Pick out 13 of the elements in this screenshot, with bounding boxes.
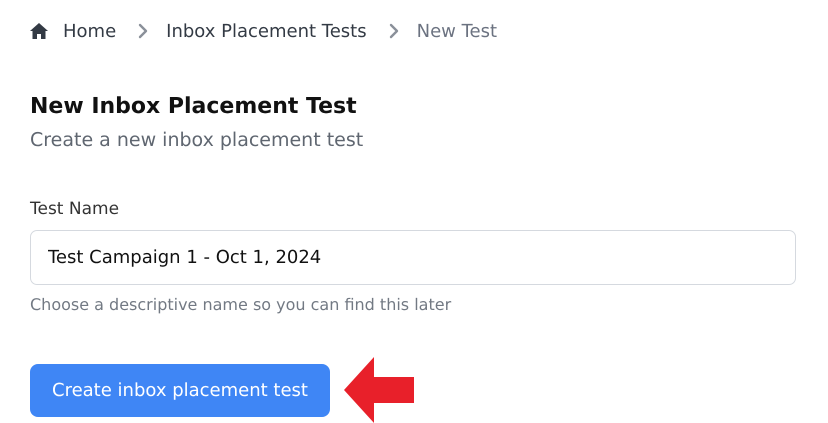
current-page-label: New Test bbox=[416, 20, 498, 44]
field-label: Test Name bbox=[30, 198, 120, 221]
home-icon[interactable] bbox=[30, 23, 48, 39]
chevron-icon bbox=[138, 23, 148, 39]
page-subtitle: Create a new inbox placement test bbox=[30, 128, 364, 154]
test-name-field[interactable]: Test Campaign 1 - Oct 1, 2024 bbox=[30, 230, 796, 286]
pointer-arrow bbox=[344, 357, 416, 423]
page-title: New Inbox Placement Test bbox=[30, 94, 358, 120]
breadcrumb-link[interactable]: Home bbox=[63, 18, 116, 44]
breadcrumb-link[interactable]: Inbox Placement Tests bbox=[166, 18, 367, 44]
help-text: Choose a descriptive name so you can find this later bbox=[30, 294, 452, 316]
create-test-button[interactable]: Create inbox placement test bbox=[30, 364, 330, 417]
chevron-icon bbox=[388, 23, 399, 39]
